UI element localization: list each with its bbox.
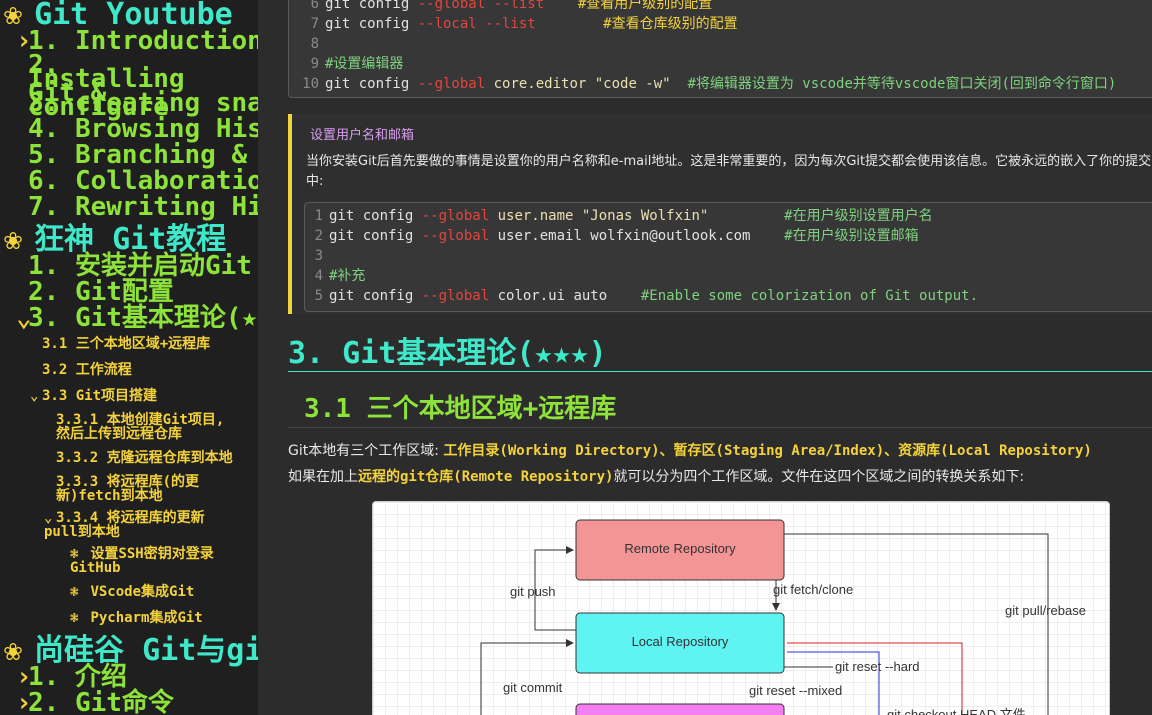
code-line: 2 git config --global user.email wolfxin@… (314, 228, 919, 244)
toc-label: 3.3.2 克隆远程仓库到本地 (56, 450, 233, 466)
checkout-label: git checkout HEAD 文件 (887, 707, 1026, 715)
commit-arrow (480, 639, 574, 715)
flower-icon: ❀ (4, 633, 23, 668)
para-text: Git本地有三个工作区域: (288, 443, 444, 459)
toc-item[interactable]: 3.3.3 将远程库(的更新)fetch到本地 (56, 475, 226, 503)
git-fetch-label: git fetch/clone (773, 582, 854, 597)
git-pull-label: git pull/rebase (1005, 603, 1086, 618)
toc-item[interactable]: ⌄3. Git基本理论(★★★) (16, 303, 258, 333)
toc-item[interactable]: ›1. 介绍 (16, 662, 127, 692)
toc-item[interactable]: 3.3.2 克隆远程仓库到本地 (56, 450, 233, 466)
chevron-down-icon: ⌄ (30, 388, 39, 404)
chevron-right-icon: › (16, 26, 32, 56)
code-line: 6 git config --global --list #查看用户级别的配置 (310, 0, 713, 12)
staging-box (575, 703, 785, 715)
toc-item[interactable]: 1. 安装并启动Git (28, 253, 252, 279)
reset-hard-label: git reset --hard (835, 659, 920, 674)
toc-label: 1. Introduction (28, 26, 258, 56)
heading-2: 3.1 三个本地区域+远程库 (304, 394, 617, 424)
toc-item[interactable]: ›1. Introduction (16, 26, 258, 56)
sidebar-toc: ❀ Git Youtube ›1. Introduction 2. Instal… (0, 0, 258, 715)
toc-item[interactable]: ⌄ 3.3 Git项目搭建 (30, 388, 157, 404)
toc-label: 3.3 Git项目搭建 (42, 388, 158, 404)
chevron-down-icon: ⌄ (44, 510, 53, 526)
toc-label: VScode集成Git (90, 584, 195, 600)
para-text: 如果在加上 (288, 469, 358, 485)
paragraph: 如果在加上远程的git仓库(Remote Repository)就可以分为四个工… (288, 466, 1024, 486)
callout-box: 设置用户名和邮箱 当你安装Git后首先要做的事情是设置你的用户名称和e-mail… (288, 114, 1152, 314)
toc-item[interactable]: 2. Git配置 (28, 279, 174, 305)
code-line: 5 git config --global color.ui auto #Enab… (314, 288, 979, 304)
toc-item[interactable]: ❀ Git Youtube (4, 0, 233, 32)
toc-item[interactable]: 4. Browsing History (28, 116, 258, 142)
star-bullet-icon: ❃ (70, 546, 79, 562)
code-line: 1 git config --global user.name "Jonas Wo… (314, 208, 933, 224)
toc-item[interactable]: 3. creating snapshots (28, 90, 258, 116)
chevron-down-icon: ⌄ (16, 303, 32, 333)
local-repo-label: Local Repository (631, 634, 729, 649)
flower-icon: ❀ (4, 222, 23, 257)
code-line: 10 git config --global core.editor "code … (302, 76, 1117, 92)
toc-label: 3. Git基本理论(★★★) (28, 303, 258, 333)
toc-item[interactable]: ❃ Pycharm集成Git (70, 610, 203, 626)
toc-item[interactable]: ⌄ 3.3.4 将远程库的更新pull到本地 (44, 511, 234, 539)
toc-label: 3.3.1 本地创建Git项目, 然后上传到远程仓库 (56, 412, 225, 442)
git-areas-diagram: Remote Repository Local Repository git p… (372, 501, 1110, 715)
toc-item[interactable]: ❀ 尚硅谷 Git与github (4, 633, 258, 668)
toc-item[interactable]: ❀ 狂神 Git教程 (4, 222, 226, 257)
toc-item[interactable]: ›2. Git命令 (16, 688, 174, 715)
toc-item[interactable]: 7. Rewriting History (28, 194, 258, 220)
toc-label: 3.2 工作流程 (42, 362, 132, 378)
code-line: 7 git config --local --list #查看仓库级别的配置 (310, 16, 738, 32)
chevron-right-icon: › (16, 662, 32, 692)
heading-rule (288, 371, 1152, 372)
callout-title: 设置用户名和邮箱 (310, 128, 415, 143)
toc-label: 设置SSH密钥对登录GitHub (70, 546, 214, 576)
heading-rule (288, 427, 1152, 428)
toc-label: Pycharm集成Git (90, 610, 203, 626)
toc-item[interactable]: 6. Collaboration (28, 168, 258, 194)
toc-label: 3.3.4 将远程库的更新pull到本地 (44, 510, 205, 540)
para-text: 就可以分为四个工作区域。文件在这四个区域之间的转换关系如下: (613, 469, 1025, 485)
para-highlight: 工作目录(Working Directory)、暂存区(Staging Area… (443, 443, 1092, 459)
code-line: 3 (314, 248, 323, 264)
toc-item[interactable]: 3.3.1 本地创建Git项目, 然后上传到远程仓库 (56, 413, 236, 441)
heading-1: 3. Git基本理论(★★★) (288, 336, 607, 371)
toc-label: 7. Rewriting History (28, 192, 258, 222)
para-highlight: 远程的git仓库(Remote Repository) (358, 469, 614, 485)
code-block: 6 git config --global --list #查看用户级别的配置 7… (288, 0, 1152, 98)
toc-item[interactable]: 3.1 三个本地区域+远程库 (42, 336, 210, 352)
callout-text: 当你安装Git后首先要做的事情是设置你的用户名称和e-mail地址。这是非常重要… (306, 154, 1152, 189)
code-line: 4 #补充 (314, 268, 366, 284)
diagram-svg (480, 519, 1049, 715)
main-content: 6 git config --global --list #查看用户级别的配置 7… (258, 0, 1152, 715)
toc-label: 3.1 三个本地区域+远程库 (42, 336, 211, 352)
code-line: 8 (310, 36, 319, 52)
star-bullet-icon: ❃ (70, 584, 79, 600)
toc-item[interactable]: ❃ VScode集成Git (70, 584, 194, 600)
paragraph: Git本地有三个工作区域: 工作目录(Working Directory)、暂存… (288, 440, 1092, 460)
star-bullet-icon: ❃ (70, 610, 79, 626)
toc-item[interactable]: 3.2 工作流程 (42, 362, 132, 378)
code-line: 9 #设置编辑器 (310, 56, 404, 72)
remote-repo-label: Remote Repository (624, 541, 736, 556)
toc-label: 2. Git命令 (28, 688, 174, 715)
git-commit-label: git commit (503, 680, 563, 695)
toc-item[interactable]: 5. Branching & Merging (28, 142, 258, 168)
git-push-label: git push (510, 584, 556, 599)
chevron-right-icon: › (16, 688, 32, 715)
reset-mixed-label: git reset --mixed (749, 683, 843, 698)
code-block: 1 git config --global user.name "Jonas Wo… (304, 202, 1152, 312)
toc-label: 3.3.3 将远程库(的更新)fetch到本地 (56, 474, 200, 504)
flower-icon: ❀ (4, 0, 23, 32)
toc-item[interactable]: ❃ 设置SSH密钥对登录GitHub (70, 547, 240, 575)
